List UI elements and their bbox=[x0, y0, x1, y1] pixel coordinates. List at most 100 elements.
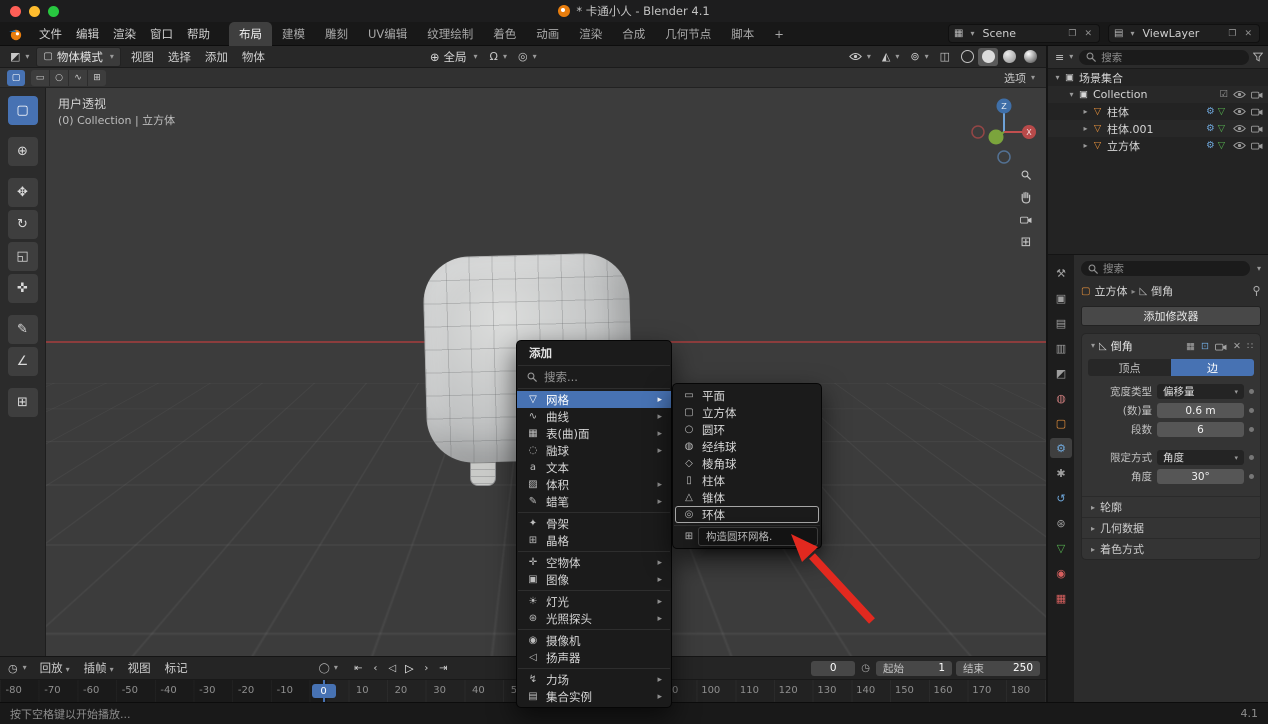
frame-end-field[interactable]: 结束 250 bbox=[956, 661, 1040, 676]
transport-play[interactable]: ▷ bbox=[401, 660, 418, 676]
mesh-data-icon[interactable]: ▽ bbox=[1218, 106, 1225, 117]
workspace-tab-rendering[interactable]: 渲染 bbox=[569, 22, 612, 46]
modifier-section-profile[interactable]: ▸轮廓 bbox=[1082, 496, 1260, 517]
modifier-section-shading[interactable]: ▸着色方式 bbox=[1082, 538, 1260, 559]
outliner-editor-type-selector[interactable]: ≡ ▾ bbox=[1053, 48, 1075, 66]
current-frame-indicator[interactable]: 0 bbox=[312, 684, 336, 698]
viewport-menu-view[interactable]: 视图 bbox=[124, 47, 161, 67]
fullscreen-window-button[interactable] bbox=[48, 6, 59, 17]
workspace-tab-texture-paint[interactable]: 纹理绘制 bbox=[417, 22, 483, 46]
workspace-tab-sculpting[interactable]: 雕刻 bbox=[315, 22, 358, 46]
animate-property-dot[interactable] bbox=[1249, 455, 1254, 460]
add-menu-item-metaball[interactable]: ◌融球▸ bbox=[517, 442, 671, 459]
properties-tab-world[interactable]: ◍ bbox=[1050, 388, 1072, 408]
add-menu-item-armature[interactable]: ✦骨架 bbox=[517, 515, 671, 532]
xray-toggle[interactable]: ◫ bbox=[936, 48, 954, 66]
modifier-icon[interactable]: ⚙ bbox=[1206, 106, 1215, 117]
workspace-tab-modeling[interactable]: 建模 bbox=[272, 22, 315, 46]
properties-tab-object-data[interactable]: ▽ bbox=[1050, 538, 1072, 558]
animate-property-dot[interactable] bbox=[1249, 474, 1254, 479]
modifier-section-geometry-data[interactable]: ▸几何数据 bbox=[1082, 517, 1260, 538]
properties-tab-texture[interactable]: ▦ bbox=[1050, 588, 1072, 608]
transport-prev-keyframe[interactable]: ‹ bbox=[367, 660, 384, 676]
navigation-gizmo[interactable]: Z X bbox=[966, 94, 1042, 170]
select-mode-circle[interactable]: ○ bbox=[50, 70, 69, 86]
overlays-dropdown[interactable]: ⊚ ▾ bbox=[906, 48, 932, 66]
camera-view-toggle[interactable] bbox=[1020, 215, 1032, 224]
shading-material-preview[interactable] bbox=[999, 48, 1019, 66]
shading-rendered[interactable] bbox=[1020, 48, 1040, 66]
pin-icon[interactable] bbox=[1252, 285, 1261, 297]
mode-selector[interactable]: ▢ 物体模式 ▾ bbox=[36, 47, 120, 67]
modifier-name[interactable]: 倒角 bbox=[1111, 338, 1133, 354]
disable-in-render-toggle[interactable] bbox=[1251, 107, 1263, 116]
workspace-tab-animation[interactable]: 动画 bbox=[526, 22, 569, 46]
properties-tab-object[interactable]: ▢ bbox=[1050, 413, 1072, 433]
properties-tab-material[interactable]: ◉ bbox=[1050, 563, 1072, 583]
timeline-editor-type-selector[interactable]: ◷ ▾ bbox=[6, 659, 29, 677]
tool-add-cube[interactable]: ⊞ bbox=[8, 388, 38, 417]
zoom-control[interactable] bbox=[1021, 170, 1031, 180]
timeline-menu-view[interactable]: 视图 bbox=[121, 658, 158, 678]
amount-field[interactable]: 0.6 m bbox=[1157, 403, 1244, 418]
editmode-display-toggle[interactable]: ▦ bbox=[1185, 341, 1196, 352]
properties-tab-render[interactable]: ▣ bbox=[1050, 288, 1072, 308]
tool-annotate[interactable]: ✎ bbox=[8, 315, 38, 344]
viewport-menu-select[interactable]: 选择 bbox=[161, 47, 198, 67]
workspace-tab-shading[interactable]: 着色 bbox=[483, 22, 526, 46]
viewport-menu-object[interactable]: 物体 bbox=[235, 47, 272, 67]
mesh-submenu-item-cube[interactable]: ▢立方体 bbox=[673, 404, 821, 421]
workspace-tab-uv-editing[interactable]: UV编辑 bbox=[358, 22, 417, 46]
properties-tab-physics[interactable]: ↺ bbox=[1050, 488, 1072, 508]
collapse-panel-icon[interactable]: ▾ bbox=[1091, 342, 1095, 350]
tool-rotate[interactable]: ↻ bbox=[8, 210, 38, 239]
select-mode-lasso[interactable]: ∿ bbox=[69, 70, 88, 86]
minimize-window-button[interactable] bbox=[29, 6, 40, 17]
expand-icon[interactable]: ▸ bbox=[1080, 107, 1091, 116]
breadcrumb-object[interactable]: 立方体 bbox=[1094, 283, 1127, 299]
properties-tab-modifiers[interactable]: ⚙ bbox=[1050, 438, 1072, 458]
mesh-submenu-item-uv-sphere[interactable]: ◍经纬球 bbox=[673, 438, 821, 455]
add-menu-item-light-probe[interactable]: ⊛光照探头▸ bbox=[517, 610, 671, 627]
outliner-row-collection[interactable]: ▾▣Collection☑ bbox=[1048, 86, 1268, 103]
orthographic-toggle[interactable]: ⊞ bbox=[1021, 235, 1032, 250]
select-mode-extend[interactable]: ⊞ bbox=[88, 70, 106, 86]
add-menu-search[interactable]: 搜索... bbox=[517, 368, 671, 386]
timeline-menu-playback[interactable]: 回放▾ bbox=[33, 658, 77, 678]
modifier-drag-handle[interactable]: ∷ bbox=[1246, 341, 1254, 352]
modifier-icon[interactable]: ⚙ bbox=[1206, 123, 1215, 134]
workspace-tab-geometry-nodes[interactable]: 几何节点 bbox=[655, 22, 721, 46]
tool-scale[interactable]: ◱ bbox=[8, 242, 38, 271]
mesh-submenu-item-cylinder[interactable]: ▯柱体 bbox=[673, 472, 821, 489]
tool-cursor[interactable]: ⊕ bbox=[8, 137, 38, 166]
properties-tab-particles[interactable]: ✱ bbox=[1050, 463, 1072, 483]
expand-icon[interactable]: ▸ bbox=[1080, 124, 1091, 133]
animate-property-dot[interactable] bbox=[1249, 389, 1254, 394]
pan-control[interactable] bbox=[1020, 191, 1032, 204]
angle-field[interactable]: 30° bbox=[1157, 469, 1244, 484]
filter-icon[interactable] bbox=[1253, 52, 1263, 62]
mesh-data-icon[interactable]: ▽ bbox=[1218, 140, 1225, 151]
shading-solid[interactable] bbox=[978, 48, 998, 66]
frame-start-field[interactable]: 起始 1 bbox=[876, 661, 952, 676]
delete-scene-button[interactable]: ✕ bbox=[1082, 29, 1094, 39]
hide-in-viewport-toggle[interactable] bbox=[1233, 107, 1246, 116]
workspace-tab-scripting[interactable]: 脚本 bbox=[721, 22, 764, 46]
mesh-submenu-item-torus[interactable]: ◎环体 bbox=[675, 506, 819, 523]
segments-field[interactable]: 6 bbox=[1157, 422, 1244, 437]
add-menu-item-image[interactable]: ▣图像▸ bbox=[517, 571, 671, 588]
tool-options-dropdown[interactable]: 选项 ▾ bbox=[1000, 69, 1039, 87]
tool-measure[interactable]: ∠ bbox=[8, 347, 38, 376]
viewport-display-toggle[interactable]: ⊡ bbox=[1200, 341, 1210, 352]
outliner-search-input[interactable]: 搜索 bbox=[1079, 50, 1249, 65]
bevel-affect-vertices[interactable]: 顶点 bbox=[1088, 359, 1171, 376]
add-menu-item-mesh[interactable]: ▽网格▸ bbox=[517, 391, 671, 408]
tool-tweak-select[interactable]: ▢ bbox=[8, 96, 38, 125]
transport-jump-to-start[interactable]: ⇤ bbox=[350, 660, 367, 676]
mesh-data-icon[interactable]: ▽ bbox=[1218, 123, 1225, 134]
timeline-menu-markers[interactable]: 标记 bbox=[158, 658, 195, 678]
render-display-toggle[interactable] bbox=[1214, 342, 1228, 351]
transport-play-reverse[interactable]: ◁ bbox=[384, 660, 401, 676]
properties-tab-output[interactable]: ▤ bbox=[1050, 313, 1072, 333]
expand-icon[interactable]: ▾ bbox=[1052, 73, 1063, 82]
